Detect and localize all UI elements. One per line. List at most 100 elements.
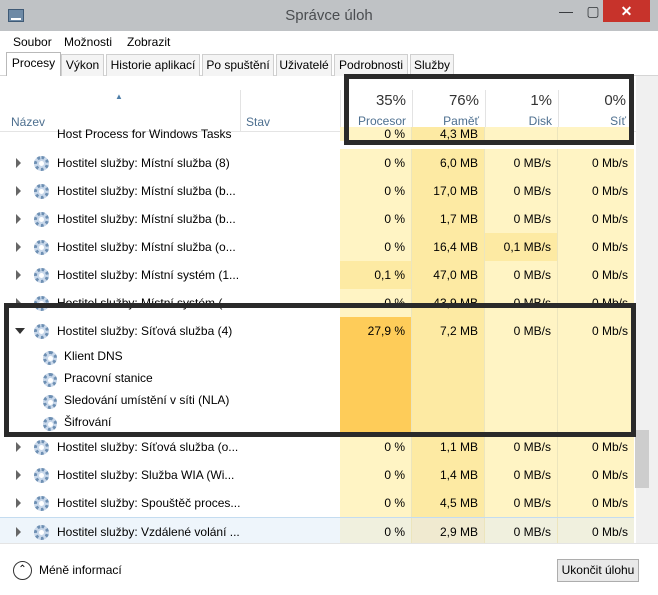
expand-chevron-icon[interactable] bbox=[16, 298, 21, 308]
cpu-cell: 0 % bbox=[340, 205, 412, 233]
process-row-expanded[interactable]: 27,9 % 7,2 MB 0 MB/s 0 Mb/s Hostitel slu… bbox=[0, 317, 634, 345]
scrollbar-thumb[interactable] bbox=[635, 430, 649, 488]
chevron-up-icon[interactable]: ⌃ bbox=[13, 561, 32, 580]
memory-cell: 4,5 MB bbox=[412, 489, 485, 517]
cpu-cell: 0 % bbox=[340, 127, 412, 141]
process-row[interactable]: 0 % 4,5 MB 0 MB/s 0 Mb/s Hostitel služby… bbox=[0, 489, 634, 517]
process-name: Hostitel služby: Místní systém (... bbox=[57, 296, 233, 310]
fewer-details-link[interactable]: Méně informací bbox=[39, 563, 122, 577]
expand-chevron-icon[interactable] bbox=[16, 270, 21, 280]
menu-options[interactable]: Možnosti bbox=[64, 35, 112, 49]
gear-icon bbox=[34, 156, 49, 171]
process-row[interactable]: 0,1 % 47,0 MB 0 MB/s 0 Mb/s Hostitel slu… bbox=[0, 261, 634, 289]
minimize-button[interactable]: — bbox=[553, 0, 579, 22]
close-button[interactable]: ✕ bbox=[603, 0, 650, 22]
service-name: Šifrování bbox=[64, 415, 112, 429]
disk-cell: 0 MB/s bbox=[485, 261, 558, 289]
column-cpu[interactable]: Procesor bbox=[340, 114, 406, 128]
disk-total-percent: 1% bbox=[530, 92, 552, 109]
tab-app-history[interactable]: Historie aplikací bbox=[106, 54, 200, 76]
tab-processes[interactable]: Procesy bbox=[6, 52, 61, 77]
column-header: ▲ Název Stav 35% Procesor 76% Paměť 1% D… bbox=[0, 76, 636, 132]
tab-performance[interactable]: Výkon bbox=[61, 54, 104, 76]
network-cell: 0 Mb/s bbox=[558, 261, 634, 289]
tab-details[interactable]: Podrobnosti bbox=[334, 54, 408, 76]
process-row-selected[interactable]: 0 % 2,9 MB 0 MB/s 0 Mb/s Hostitel služby… bbox=[0, 517, 634, 543]
process-row[interactable]: 0 % 43,9 MB 0 MB/s 0 Mb/s Hostitel služb… bbox=[0, 289, 634, 317]
disk-cell: 0,1 MB/s bbox=[485, 233, 558, 261]
gear-icon bbox=[34, 468, 49, 483]
disk-cell: 0 MB/s bbox=[485, 289, 558, 317]
memory-total-percent: 76% bbox=[448, 92, 479, 109]
disk-cell: 0 MB/s bbox=[485, 149, 558, 177]
expand-chevron-icon[interactable] bbox=[16, 442, 21, 452]
gear-icon bbox=[34, 440, 49, 455]
service-row[interactable]: Šifrování bbox=[0, 411, 634, 433]
expand-chevron-icon[interactable] bbox=[16, 242, 21, 252]
cpu-cell: 0 % bbox=[340, 518, 412, 543]
disk-cell: 0 MB/s bbox=[485, 461, 558, 489]
network-cell: 0 Mb/s bbox=[558, 177, 634, 205]
memory-cell: 1,1 MB bbox=[412, 433, 485, 461]
expand-chevron-icon[interactable] bbox=[16, 158, 21, 168]
cpu-cell: 0 % bbox=[340, 149, 412, 177]
process-name: Hostitel služby: Místní služba (o... bbox=[57, 240, 236, 254]
cpu-cell: 0 % bbox=[340, 461, 412, 489]
service-row[interactable]: Klient DNS bbox=[0, 345, 634, 367]
menu-view[interactable]: Zobrazit bbox=[127, 35, 170, 49]
process-name: Hostitel služby: Místní služba (b... bbox=[57, 212, 236, 226]
cpu-cell: 0 % bbox=[340, 289, 412, 317]
expand-chevron-icon[interactable] bbox=[16, 527, 21, 537]
expand-chevron-icon[interactable] bbox=[16, 214, 21, 224]
process-row[interactable]: 0 % 1,7 MB 0 MB/s 0 Mb/s Hostitel služby… bbox=[0, 205, 634, 233]
disk-cell: 0 MB/s bbox=[485, 489, 558, 517]
service-name: Pracovní stanice bbox=[64, 371, 153, 385]
gear-icon bbox=[43, 373, 57, 387]
network-cell: 0 Mb/s bbox=[558, 518, 634, 543]
network-cell bbox=[558, 127, 634, 141]
network-cell: 0 Mb/s bbox=[558, 149, 634, 177]
tab-users[interactable]: Uživatelé bbox=[276, 54, 332, 76]
gear-icon bbox=[34, 212, 49, 227]
process-row[interactable]: 0 % 16,4 MB 0,1 MB/s 0 Mb/s Hostitel slu… bbox=[0, 233, 634, 261]
column-memory[interactable]: Paměť bbox=[412, 114, 479, 128]
end-task-button[interactable]: Ukončit úlohu bbox=[557, 559, 639, 582]
tab-startup[interactable]: Po spuštění bbox=[202, 54, 274, 76]
process-row[interactable]: 0 % 6,0 MB 0 MB/s 0 Mb/s Hostitel služby… bbox=[0, 149, 634, 177]
column-divider[interactable] bbox=[240, 90, 241, 132]
cpu-cell: 0 % bbox=[340, 489, 412, 517]
service-row[interactable]: Pracovní stanice bbox=[0, 367, 634, 389]
service-row[interactable]: Sledování umístění v síti (NLA) bbox=[0, 389, 634, 411]
process-name: Hostitel služby: Místní služba (b... bbox=[57, 184, 236, 198]
memory-cell: 4,3 MB bbox=[412, 127, 485, 141]
memory-cell: 7,2 MB bbox=[412, 317, 485, 345]
gear-icon bbox=[43, 351, 57, 365]
process-row[interactable]: 0 % 17,0 MB 0 MB/s 0 Mb/s Hostitel služb… bbox=[0, 177, 634, 205]
expand-chevron-icon[interactable] bbox=[16, 498, 21, 508]
process-row[interactable]: 0 % 1,1 MB 0 MB/s 0 Mb/s Hostitel služby… bbox=[0, 433, 634, 461]
gear-icon bbox=[34, 296, 49, 311]
gear-icon bbox=[34, 240, 49, 255]
memory-cell: 43,9 MB bbox=[412, 289, 485, 317]
memory-cell: 16,4 MB bbox=[412, 233, 485, 261]
network-cell: 0 Mb/s bbox=[558, 433, 634, 461]
disk-cell: 0 MB/s bbox=[485, 205, 558, 233]
network-cell: 0 Mb/s bbox=[558, 205, 634, 233]
network-total-percent: 0% bbox=[604, 92, 626, 109]
network-cell: 0 Mb/s bbox=[558, 233, 634, 261]
gear-icon bbox=[43, 395, 57, 409]
cpu-cell: 27,9 % bbox=[340, 317, 412, 345]
expand-chevron-icon[interactable] bbox=[16, 470, 21, 480]
column-network[interactable]: Síť bbox=[558, 114, 626, 128]
sort-ascending-icon: ▲ bbox=[115, 92, 123, 101]
gear-icon bbox=[34, 184, 49, 199]
collapse-chevron-icon[interactable] bbox=[15, 328, 25, 334]
process-row[interactable]: 0 % 4,3 MB Host Process for Windows Task… bbox=[0, 127, 634, 141]
expand-chevron-icon[interactable] bbox=[16, 186, 21, 196]
tab-services[interactable]: Služby bbox=[410, 54, 454, 76]
column-disk[interactable]: Disk bbox=[485, 114, 552, 128]
gear-icon bbox=[34, 496, 49, 511]
process-row[interactable]: 0 % 1,4 MB 0 MB/s 0 Mb/s Hostitel služby… bbox=[0, 461, 634, 489]
process-name: Hostitel služby: Síťová služba (4) bbox=[57, 324, 233, 338]
menu-file[interactable]: Soubor bbox=[13, 35, 52, 49]
